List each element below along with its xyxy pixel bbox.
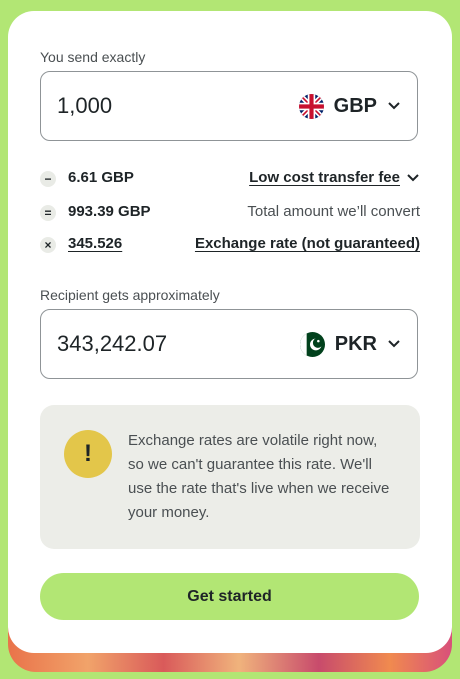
send-currency-selector[interactable]: GBP (298, 93, 401, 119)
equals-icon: = (40, 205, 56, 221)
uk-flag-icon (298, 93, 324, 119)
convert-amount: 993.39 GBP (68, 203, 151, 220)
fee-row: − 6.61 GBP Low cost transfer fee (40, 168, 420, 190)
receive-currency-code: PKR (334, 332, 377, 355)
rate-warning-text: Exchange rates are volatile right now, s… (128, 432, 390, 521)
send-amount-field[interactable]: 1,000 GBP (40, 71, 418, 141)
fee-amount: 6.61 GBP (68, 169, 134, 186)
receive-label: Recipient gets approximately (40, 287, 220, 303)
send-amount-input[interactable]: 1,000 (57, 93, 112, 119)
fee-type-label: Low cost transfer fee (249, 169, 400, 186)
chevron-down-icon (388, 102, 400, 110)
send-currency-code: GBP (333, 94, 377, 117)
currency-calculator-card: You send exactly 1,000 GBP − 6.61 GBP Lo… (8, 11, 452, 653)
get-started-button[interactable]: Get started (40, 573, 419, 620)
minus-icon: − (40, 171, 56, 187)
chevron-down-icon (407, 173, 419, 181)
exchange-rate-value[interactable]: 345.526 (68, 235, 122, 252)
fee-type-dropdown[interactable]: Low cost transfer fee (249, 169, 420, 186)
send-label: You send exactly (40, 49, 146, 65)
receive-amount-field[interactable]: 343,242.07 PKR (40, 309, 418, 379)
exclamation-icon: ! (64, 430, 112, 478)
receive-currency-selector[interactable]: PKR (299, 331, 401, 357)
multiply-icon: × (40, 237, 56, 253)
receive-amount-input[interactable]: 343,242.07 (57, 331, 167, 357)
convert-row: = 993.39 GBP Total amount we’ll convert (40, 202, 420, 224)
convert-label: Total amount we’ll convert (247, 203, 420, 220)
rate-row: × 345.526 Exchange rate (not guaranteed) (40, 234, 420, 256)
chevron-down-icon (388, 340, 400, 348)
pakistan-flag-icon (299, 331, 325, 357)
exchange-rate-link[interactable]: Exchange rate (not guaranteed) (195, 235, 420, 252)
rate-warning-box: ! Exchange rates are volatile right now,… (40, 405, 420, 549)
